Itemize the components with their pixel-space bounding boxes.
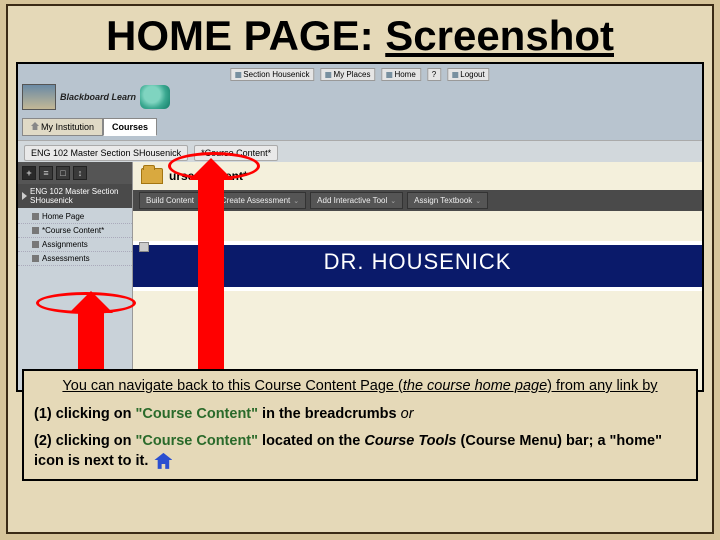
breadcrumb-course[interactable]: ENG 102 Master Section SHousenick <box>24 145 188 161</box>
sidebar-items: Home Page *Course Content* Assignments A… <box>18 208 132 268</box>
assign-textbook-button[interactable]: Assign Textbook⌄ <box>407 192 488 209</box>
util-label: Logout <box>460 70 484 79</box>
sidebar-item-course-content[interactable]: *Course Content* <box>18 224 132 238</box>
instruction-step-1: (1) clicking on "Course Content" in the … <box>34 405 686 425</box>
action-label: Assign Textbook <box>414 196 472 205</box>
sidebar-head-label: ENG 102 Master Section SHousenick <box>30 187 128 205</box>
step2-course-tools: Course Tools <box>364 433 456 449</box>
instruction-lead: You can navigate back to this Course Con… <box>34 377 686 397</box>
add-menu-item-button[interactable]: + <box>22 166 36 180</box>
step1-or: or <box>401 406 414 422</box>
folder-icon <box>32 241 39 248</box>
sidebar-item-home-page[interactable]: Home Page <box>18 210 132 224</box>
bb-swirl-icon <box>140 85 170 109</box>
logout-icon <box>452 72 458 78</box>
bb-logo: Blackboard Learn <box>22 84 170 110</box>
tab-courses[interactable]: Courses <box>103 118 157 136</box>
util-label: Home <box>394 70 415 79</box>
slide-title: HOME PAGE: Screenshot <box>8 6 712 62</box>
step2-c: located on the <box>258 433 364 449</box>
tab-label: My Institution <box>41 122 94 132</box>
util-help[interactable]: ? <box>427 68 441 81</box>
sidebar-item-label: Home Page <box>42 212 84 221</box>
add-interactive-tool-button[interactable]: Add Interactive Tool⌄ <box>310 192 403 209</box>
lead-text-c: ) from any link by <box>547 378 657 394</box>
screenshot-frame: Section Housenick My Places Home ? Logou… <box>16 62 704 392</box>
sidebar-item-label: Assignments <box>42 240 88 249</box>
lead-text-a: You can navigate back to this Course Con… <box>62 378 402 394</box>
home-icon <box>386 72 392 78</box>
step1-a: (1) clicking on <box>34 406 136 422</box>
chevron-down-icon: ⌄ <box>475 197 481 205</box>
section-icon <box>235 72 241 78</box>
course-menu-sidebar: + ≡ □ ↕ ENG 102 Master Section SHousenic… <box>18 162 133 390</box>
action-label: Add Interactive Tool <box>317 196 387 205</box>
folder-icon <box>32 227 39 234</box>
home-icon <box>31 122 39 130</box>
tab-label: Courses <box>112 122 148 132</box>
folder-icon <box>32 255 39 262</box>
sidebar-item-assessments[interactable]: Assessments <box>18 252 132 266</box>
callout-arrow-breadcrumb <box>198 176 224 392</box>
action-label: Create Assessment <box>221 196 290 205</box>
chevron-down-icon: ⌄ <box>390 197 396 205</box>
folder-icon <box>141 168 163 184</box>
instruction-step-2: (2) clicking on "Course Content" located… <box>34 432 686 471</box>
drag-handle-icon[interactable] <box>139 242 149 252</box>
bb-body: + ≡ □ ↕ ENG 102 Master Section SHousenic… <box>18 162 702 390</box>
title-prefix: HOME PAGE: <box>106 12 374 59</box>
bb-tabs: My Institution Courses <box>22 118 157 136</box>
sidebar-tool-button[interactable]: ≡ <box>39 166 53 180</box>
sidebar-item-label: Assessments <box>42 254 90 263</box>
expand-icon <box>22 192 27 200</box>
step2-a: (2) clicking on <box>34 433 136 449</box>
sidebar-item-label: *Course Content* <box>42 226 104 235</box>
sidebar-course-title[interactable]: ENG 102 Master Section SHousenick <box>18 184 132 208</box>
step2-course-content: "Course Content" <box>136 433 259 449</box>
tab-my-institution[interactable]: My Institution <box>22 118 103 136</box>
bb-utility-bar: Section Housenick My Places Home ? Logou… <box>230 68 489 81</box>
step1-course-content: "Course Content" <box>136 406 259 422</box>
util-section[interactable]: Section Housenick <box>230 68 314 81</box>
sidebar-tool-button[interactable]: ↕ <box>73 166 87 180</box>
home-icon <box>154 453 172 469</box>
bb-logo-image <box>22 84 56 110</box>
sidebar-toolbar: + ≡ □ ↕ <box>18 162 132 184</box>
title-suffix: Screenshot <box>385 12 614 59</box>
util-label: Section Housenick <box>243 70 309 79</box>
util-label: ? <box>432 70 436 79</box>
sidebar-tool-button[interactable]: □ <box>56 166 70 180</box>
action-label: Build Content <box>146 196 194 205</box>
lead-text-b: the course home page <box>403 378 547 394</box>
util-logout[interactable]: Logout <box>447 68 489 81</box>
slide-frame: HOME PAGE: Screenshot Section Housenick … <box>6 4 714 534</box>
step1-c: in the breadcrumbs <box>258 406 401 422</box>
util-label: My Places <box>334 70 371 79</box>
util-home[interactable]: Home <box>381 68 420 81</box>
chevron-down-icon: ⌄ <box>293 197 299 205</box>
sidebar-item-assignments[interactable]: Assignments <box>18 238 132 252</box>
myplaces-icon <box>326 72 332 78</box>
create-assessment-button[interactable]: Create Assessment⌄ <box>214 192 306 209</box>
instruction-box: You can navigate back to this Course Con… <box>22 369 698 481</box>
bb-logo-text: Blackboard Learn <box>60 92 136 102</box>
folder-icon <box>32 213 39 220</box>
util-myplaces[interactable]: My Places <box>321 68 376 81</box>
